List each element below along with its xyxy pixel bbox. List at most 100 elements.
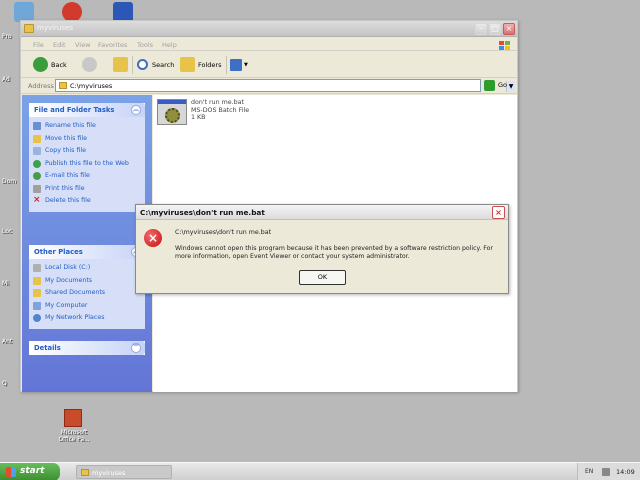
- taskbar: start myviruses EN 14:09: [0, 462, 640, 480]
- file-item[interactable]: don't run me.bat MS-DOS Batch File 1 KB: [157, 99, 257, 127]
- dialog-title: C:\myviruses\don't run me.bat: [140, 208, 265, 217]
- file-type: MS-DOS Batch File: [191, 106, 250, 114]
- search-button[interactable]: Search: [135, 57, 177, 73]
- place-label: Shared Documents: [45, 289, 106, 296]
- place-label: My Network Places: [45, 314, 105, 321]
- back-button[interactable]: Back: [33, 57, 71, 73]
- task-email[interactable]: E-mail this file: [29, 170, 145, 183]
- place-network[interactable]: My Network Places: [29, 312, 145, 325]
- window-titlebar[interactable]: myviruses – □ ×: [21, 21, 517, 37]
- file-meta: don't run me.bat MS-DOS Batch File 1 KB: [191, 99, 249, 122]
- panel-title: Details: [34, 344, 61, 352]
- start-button[interactable]: start: [0, 463, 60, 480]
- chevron-down-icon: ▼: [244, 62, 248, 68]
- desktop-icon[interactable]: [14, 2, 34, 22]
- desktop-label-fragment: Mi: [2, 280, 9, 287]
- desktop-label-fragment: Q: [2, 380, 7, 387]
- panel-header[interactable]: Other Places ︽: [29, 245, 145, 259]
- language-indicator[interactable]: EN: [585, 468, 593, 475]
- network-icon: [33, 314, 41, 322]
- menu-edit[interactable]: Edit: [53, 41, 66, 49]
- address-bar: Address C:\myviruses ▼ Go: [21, 78, 517, 94]
- speaker-icon[interactable]: [602, 468, 610, 476]
- delete-icon: ×: [33, 195, 41, 205]
- desktop-label-fragment: Ad: [2, 76, 10, 83]
- task-move[interactable]: Move this file: [29, 133, 145, 146]
- folders-label: Folders: [198, 61, 222, 69]
- documents-icon: [33, 276, 41, 285]
- place-local-disk[interactable]: Local Disk (C:): [29, 262, 145, 275]
- panel-header[interactable]: File and Folder Tasks ︽: [29, 103, 145, 117]
- window-title: myviruses: [37, 24, 73, 32]
- task-label: Delete this file: [45, 197, 91, 204]
- taskbar-window-label: myviruses: [92, 469, 126, 477]
- panel-header[interactable]: Details ︾: [29, 341, 145, 355]
- details-panel: Details ︾: [29, 341, 145, 355]
- dialog-titlebar[interactable]: C:\myviruses\don't run me.bat ×: [136, 205, 508, 220]
- folder-icon: [81, 469, 89, 476]
- forward-button[interactable]: [82, 57, 102, 73]
- folders-button[interactable]: Folders: [180, 57, 222, 73]
- dialog-path: C:\myviruses\don't run me.bat: [175, 229, 272, 236]
- panel-title: File and Folder Tasks: [34, 106, 115, 114]
- menu-help[interactable]: Help: [162, 41, 177, 49]
- panel-body: Local Disk (C:) My Documents Shared Docu…: [29, 259, 145, 329]
- address-dropdown-icon[interactable]: ▼: [506, 81, 515, 92]
- views-button[interactable]: ▼: [230, 57, 250, 73]
- minimize-button[interactable]: –: [475, 23, 487, 35]
- task-pane: File and Folder Tasks ︽ Rename this file…: [22, 95, 152, 392]
- rename-icon: [33, 122, 41, 130]
- panel-body: Rename this file Move this file Copy thi…: [29, 117, 145, 212]
- menu-view[interactable]: View: [75, 41, 90, 49]
- up-folder-button[interactable]: [113, 57, 129, 73]
- shared-documents-icon: [33, 289, 41, 297]
- place-label: Local Disk (C:): [45, 264, 91, 271]
- computer-icon: [33, 301, 41, 310]
- desktop-icon[interactable]: [113, 2, 133, 22]
- up-folder-icon: [113, 57, 128, 72]
- place-my-documents[interactable]: My Documents: [29, 275, 145, 288]
- office-shortcut-icon[interactable]: [64, 409, 82, 427]
- place-my-computer[interactable]: My Computer: [29, 300, 145, 313]
- menu-bar: File Edit View Favorites Tools Help: [21, 38, 517, 51]
- menu-favorites[interactable]: Favorites: [98, 41, 127, 49]
- copy-icon: [33, 147, 41, 155]
- task-delete[interactable]: × Delete this file: [29, 195, 145, 208]
- taskbar-window-button[interactable]: myviruses: [76, 465, 172, 479]
- task-label: Move this file: [45, 134, 87, 142]
- task-rename[interactable]: Rename this file: [29, 120, 145, 133]
- publish-web-icon: [33, 159, 41, 168]
- folder-icon: [24, 24, 34, 33]
- task-label: Publish this file to the Web: [45, 159, 129, 167]
- address-label: Address: [28, 82, 54, 90]
- ok-button[interactable]: OK: [299, 270, 346, 285]
- collapse-chevron-icon[interactable]: ︽: [131, 105, 141, 115]
- office-shortcut-label[interactable]: Microsoft Office Pa...: [53, 430, 95, 444]
- menu-tools[interactable]: Tools: [137, 41, 153, 49]
- address-value: C:\myviruses: [70, 82, 113, 90]
- clock[interactable]: 14:09: [616, 468, 635, 476]
- task-label: Copy this file: [45, 147, 87, 154]
- maximize-button[interactable]: □: [489, 23, 501, 35]
- task-publish[interactable]: Publish this file to the Web: [29, 158, 145, 171]
- place-label: My Computer: [45, 301, 88, 309]
- place-label: My Documents: [45, 276, 93, 284]
- task-print[interactable]: Print this file: [29, 183, 145, 196]
- toolbar: Back Search Folders ▼: [21, 52, 517, 78]
- task-copy[interactable]: Copy this file: [29, 145, 145, 158]
- desktop-label-fragment: Pro: [2, 33, 12, 40]
- desktop-icon[interactable]: [62, 2, 82, 22]
- address-input[interactable]: C:\myviruses ▼: [55, 79, 515, 92]
- expand-chevron-icon[interactable]: ︾: [131, 343, 141, 353]
- windows-logo-icon: [6, 467, 16, 477]
- go-label: Go: [498, 81, 508, 89]
- task-label: E-mail this file: [45, 172, 90, 179]
- close-button[interactable]: ×: [503, 23, 515, 35]
- dialog-close-button[interactable]: ×: [492, 206, 505, 219]
- windows-logo-icon: [499, 41, 511, 52]
- error-icon: ×: [144, 229, 162, 247]
- place-shared-documents[interactable]: Shared Documents: [29, 287, 145, 300]
- menu-file[interactable]: File: [33, 41, 44, 49]
- file-folder-tasks-panel: File and Folder Tasks ︽ Rename this file…: [29, 103, 145, 212]
- batch-file-icon: [157, 99, 187, 125]
